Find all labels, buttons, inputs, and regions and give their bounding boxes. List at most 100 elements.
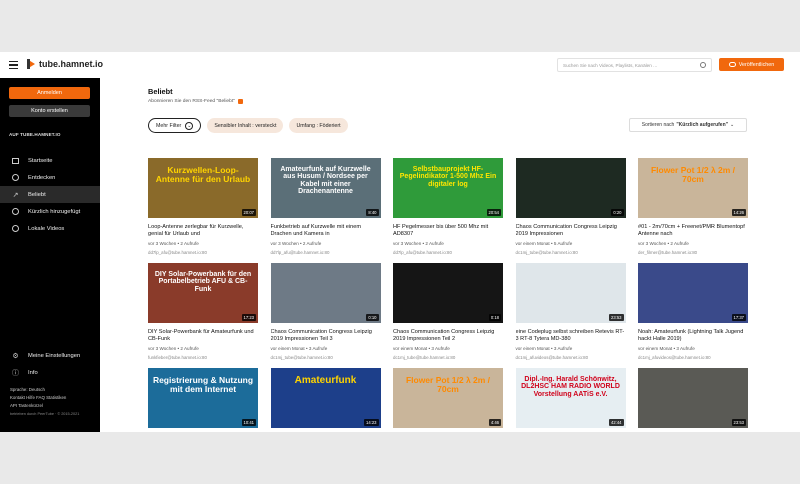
thumbnail-text: Selbstbauprojekt HF-Pegelindikator 1-500… xyxy=(399,166,497,188)
video-thumbnail[interactable]: 23:53 xyxy=(638,368,748,428)
rss-text: Abonnieren Sie den RSS-Feed "Beliebt" xyxy=(148,99,235,104)
video-title[interactable]: Chaos Communication Congress Leipzig 201… xyxy=(393,329,503,344)
video-title[interactable]: HF Pegelmesser bis über 500 Mhz mit AD83… xyxy=(393,224,503,239)
video-title[interactable]: DIY Solar-Powerbank für Amateurfunk und … xyxy=(148,329,258,344)
app-window: tube.hamnet.io Suchen Sie nach Videos, P… xyxy=(0,52,800,432)
video-channel[interactable]: dc1mj_afuvideos@tube.hamnet.io:80 xyxy=(516,355,626,360)
video-card[interactable]: Kurzwellen-Loop-Antenne für den Urlaub 2… xyxy=(148,158,258,263)
thumbnail-text: Registrierung & Nutzung mit dem Internet xyxy=(152,375,254,394)
video-channel[interactable]: dc1mj_afuvideos@tube.hamnet.io:80 xyxy=(638,355,748,360)
sidebar-item-settings[interactable]: ⚙ Meine Einstellungen xyxy=(0,347,100,364)
sidebar-footer: Sprache: Deutsch Kontakt Hilfe FAQ Stati… xyxy=(10,386,98,418)
video-thumbnail[interactable]: Dipl.-Ing. Harald Schönwitz, DL2HSC HAM … xyxy=(515,368,626,428)
recent-icon xyxy=(11,207,20,216)
video-title[interactable]: eine Codeplug selbst schreiben Retevis R… xyxy=(516,329,626,344)
video-thumbnail[interactable]: Selbstbauprojekt HF-Pegelindikator 1-500… xyxy=(393,158,503,218)
upload-icon xyxy=(728,62,736,67)
video-thumbnail[interactable]: DIY Solar-Powerbank für den Portabelbetr… xyxy=(148,263,258,323)
video-card[interactable]: Dipl.-Ing. Harald Schönwitz, DL2HSC HAM … xyxy=(515,368,626,432)
thumbnail-text: Kurzwellen-Loop-Antenne für den Urlaub xyxy=(155,165,251,184)
video-card[interactable]: Amateurfunk 14:23 xyxy=(270,368,381,432)
video-duration: 20:07 xyxy=(241,209,256,216)
sidebar-item-info[interactable]: ⓘ Info xyxy=(0,364,100,381)
filter-scope-chip[interactable]: Umfang : Föderiert xyxy=(289,118,348,133)
video-card[interactable]: Amateurfunk auf Kurzwelle aus Husum / No… xyxy=(270,158,381,263)
sidebar-item-beliebt[interactable]: ↗ Beliebt xyxy=(0,186,100,203)
video-card[interactable]: DIY Solar-Powerbank für den Portabelbetr… xyxy=(148,263,258,368)
video-thumbnail[interactable]: 23:53 xyxy=(515,263,626,323)
filter-sensitive-chip[interactable]: Sensibler Inhalt : versteckt xyxy=(207,118,284,133)
video-channel[interactable]: funkfieber@tube.hamnet.io:80 xyxy=(148,355,258,360)
video-thumbnail[interactable]: Registrierung & Nutzung mit dem Internet… xyxy=(148,368,258,428)
publish-button[interactable]: Veröffentlichen xyxy=(719,58,784,71)
sidebar-bottom-nav: ⚙ Meine Einstellungen ⓘ Info xyxy=(0,347,100,381)
video-thumbnail[interactable]: Amateurfunk auf Kurzwelle aus Husum / No… xyxy=(270,158,381,218)
video-channel[interactable]: dd7lp_afu@tube.hamnet.io:80 xyxy=(271,250,381,255)
site-logo[interactable]: tube.hamnet.io xyxy=(27,59,103,69)
sidebar: Anmelden Konto erstellen AUF TUBE.HAMNET… xyxy=(0,78,100,432)
sidebar-item-label: Beliebt xyxy=(28,191,46,198)
video-channel[interactable]: der_filmer@tube.hamnet.io:80 xyxy=(638,250,748,255)
sidebar-item-label: Startseite xyxy=(28,157,53,164)
video-channel[interactable]: dd7lp_afu@tube.hamnet.io:80 xyxy=(393,250,503,255)
footer-links-1[interactable]: Kontakt Hilfe FAQ Statistiken xyxy=(10,394,98,402)
video-card[interactable]: Flower Pot 1/2 λ 2m / 70cm 4:46 xyxy=(393,368,503,432)
info-icon: ⓘ xyxy=(12,369,19,377)
video-channel[interactable]: dd7lp_afu@tube.hamnet.io:80 xyxy=(148,250,258,255)
sidebar-heading: AUF TUBE.HAMNET.IO xyxy=(9,132,61,137)
powered-by[interactable]: betrieben durch PeerTube · © 2015-2021 xyxy=(10,410,98,418)
video-thumbnail[interactable]: Amateurfunk 14:23 xyxy=(270,368,381,428)
video-thumbnail[interactable]: 0:18 xyxy=(393,263,503,323)
video-channel[interactable]: dc1mj_tube@tube.hamnet.io:80 xyxy=(393,355,503,360)
video-card[interactable]: Selbstbauprojekt HF-Pegelindikator 1-500… xyxy=(393,158,503,263)
video-thumbnail[interactable]: Flower Pot 1/2 λ 2m / 70cm 14:26 xyxy=(638,158,748,218)
sidebar-item-lokale-videos[interactable]: Lokale Videos xyxy=(0,220,100,237)
video-title[interactable]: #01 - 2m/70cm + Freenet/PMR Blumentopf A… xyxy=(638,224,748,239)
thumbnail-text: Dipl.-Ing. Harald Schönwitz, DL2HSC HAM … xyxy=(521,376,620,398)
video-title[interactable]: Chaos Communication Congress Leipzig 201… xyxy=(516,224,626,239)
search-icon[interactable] xyxy=(700,62,706,68)
video-channel[interactable]: dc1mj_tube@tube.hamnet.io:80 xyxy=(516,250,626,255)
video-duration: 0:20 xyxy=(611,209,624,216)
create-account-button[interactable]: Konto erstellen xyxy=(9,105,90,117)
sidebar-item-kuerzlich[interactable]: Kürzlich hinzugefügt xyxy=(0,203,100,220)
video-meta: vor einem Monat • 5 Aufrufe xyxy=(515,241,573,246)
video-duration: 0:10 xyxy=(366,314,379,321)
sidebar-item-entdecken[interactable]: Entdecken xyxy=(0,169,100,186)
sort-select[interactable]: Sortieren nach "Kürzlich aufgerufen" ⌄ xyxy=(629,118,747,132)
thumbnail-text: Flower Pot 1/2 λ 2m / 70cm xyxy=(405,375,491,394)
menu-icon[interactable] xyxy=(9,61,18,69)
sort-value: "Kürzlich aufgerufen" xyxy=(676,122,729,128)
video-card[interactable]: Flower Pot 1/2 λ 2m / 70cm 14:26 #01 - 2… xyxy=(638,158,748,263)
video-title[interactable]: Noah: Amateurfunk (Lightning Talk Jugend… xyxy=(638,329,748,344)
search-input[interactable]: Suchen Sie nach Videos, Playlists, Kanäl… xyxy=(557,58,712,72)
login-button[interactable]: Anmelden xyxy=(9,87,90,99)
video-title[interactable]: Loop-Antenne zerlegbar für Kurzwelle, ge… xyxy=(148,224,258,239)
video-card[interactable]: 17:37 Noah: Amateurfunk (Lightning Talk … xyxy=(638,263,748,368)
video-card[interactable]: 0:18 Chaos Communication Congress Leipzi… xyxy=(393,263,503,368)
gear-icon: ⚙ xyxy=(12,352,19,360)
video-card[interactable]: 23:53 eine Codeplug selbst schreiben Ret… xyxy=(515,263,626,368)
video-card[interactable]: Registrierung & Nutzung mit dem Internet… xyxy=(148,368,258,432)
sidebar-item-startseite[interactable]: Startseite xyxy=(0,152,100,169)
language-link[interactable]: Sprache: Deutsch xyxy=(10,386,98,394)
video-thumbnail[interactable]: 0:20 xyxy=(515,158,626,218)
rss-subscribe[interactable]: Abonnieren Sie den RSS-Feed "Beliebt" xyxy=(148,99,243,104)
peertube-logo-icon xyxy=(27,59,35,69)
video-card[interactable]: 0:20 Chaos Communication Congress Leipzi… xyxy=(515,158,626,263)
video-title[interactable]: Chaos Communication Congress Leipzig 201… xyxy=(271,329,381,344)
video-thumbnail[interactable]: 0:10 xyxy=(270,263,381,323)
video-thumbnail[interactable]: Kurzwellen-Loop-Antenne für den Urlaub 2… xyxy=(148,158,258,218)
video-card[interactable]: 0:10 Chaos Communication Congress Leipzi… xyxy=(270,263,381,368)
video-meta: vor 3 Wochen • 2 Aufrufe xyxy=(148,346,199,351)
video-thumbnail[interactable]: Flower Pot 1/2 λ 2m / 70cm 4:46 xyxy=(393,368,503,428)
video-meta: vor einem Monat • 3 Aufrufe xyxy=(515,346,573,351)
more-filters-button[interactable]: Mehr Filter ⌄ xyxy=(148,118,202,133)
video-meta: vor einem Monat • 3 Aufrufe xyxy=(270,346,328,351)
video-duration: 0:18 xyxy=(488,314,501,321)
video-title[interactable]: Funkbetrieb auf Kurzwelle mit einem Drac… xyxy=(271,224,381,239)
video-card[interactable]: 23:53 xyxy=(638,368,748,432)
footer-links-2[interactable]: API Tastenkürzel xyxy=(10,402,98,410)
video-thumbnail[interactable]: 17:37 xyxy=(638,263,748,323)
video-channel[interactable]: dc1mj_tube@tube.hamnet.io:80 xyxy=(271,355,381,360)
